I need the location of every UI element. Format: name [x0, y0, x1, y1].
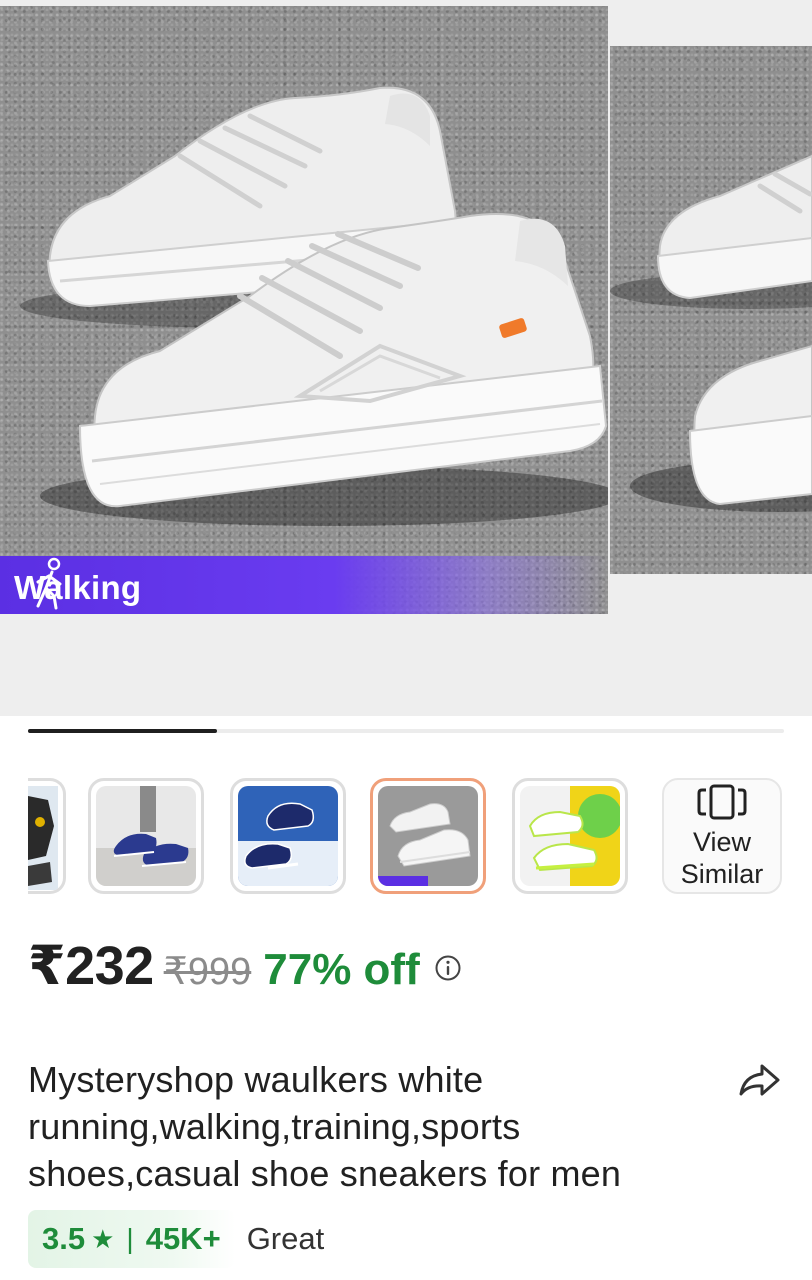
share-icon[interactable] — [736, 1060, 782, 1100]
view-similar-icon — [697, 784, 747, 820]
carousel-progress-indicator — [28, 729, 217, 733]
current-price: ₹232 — [28, 936, 154, 996]
rating-row[interactable]: 3.5 ★ | 45K+ Great — [28, 1210, 324, 1268]
original-price: ₹999 — [163, 951, 252, 993]
view-similar-label: View Similar — [680, 827, 764, 889]
product-title: Mysteryshop waulkers white running,walki… — [28, 1059, 622, 1194]
product-image-gallery[interactable]: Walking — [0, 0, 812, 716]
dark-shoe-thumbnail-image — [28, 786, 58, 890]
rating-value: 3.5 — [42, 1221, 86, 1256]
next-product-image-peek[interactable] — [610, 46, 812, 574]
discount-percent: 77% off — [263, 945, 420, 994]
navy-shoes-pair-thumbnail-image — [238, 786, 338, 886]
rating-separator: | — [126, 1223, 134, 1254]
thumbnail-navy-shoes-pair[interactable] — [230, 778, 346, 894]
rating-label: Great — [246, 1221, 325, 1256]
walking-category-banner: Walking — [0, 556, 608, 614]
main-product-image[interactable]: Walking — [0, 6, 608, 614]
white-sneakers-thumbnail-image — [378, 786, 478, 886]
white-neon-shoes-thumbnail-image — [520, 786, 620, 886]
carousel-progress-track — [28, 729, 784, 733]
rating-badge[interactable]: 3.5 ★ | 45K+ — [28, 1210, 235, 1268]
white-sneakers-peek-illustration — [610, 154, 812, 512]
view-similar-button[interactable]: View Similar — [662, 778, 782, 894]
white-sneakers-illustration — [20, 86, 608, 526]
price-row: ₹232 ₹999 77% off — [28, 934, 462, 998]
thumbnail-strip[interactable]: View Similar — [0, 776, 812, 900]
navy-shoes-worn-thumbnail-image — [96, 786, 196, 886]
thumbnail-navy-shoes-worn[interactable] — [88, 778, 204, 894]
rating-count: 45K+ — [145, 1221, 221, 1256]
price-info-icon[interactable] — [434, 954, 462, 982]
walking-person-icon — [36, 557, 62, 610]
thumbnail-white-neon-shoes[interactable] — [512, 778, 628, 894]
thumbnail-white-sneakers-selected[interactable] — [370, 778, 486, 894]
star-icon: ★ — [91, 1223, 115, 1254]
thumbnail-partial[interactable] — [28, 778, 66, 894]
